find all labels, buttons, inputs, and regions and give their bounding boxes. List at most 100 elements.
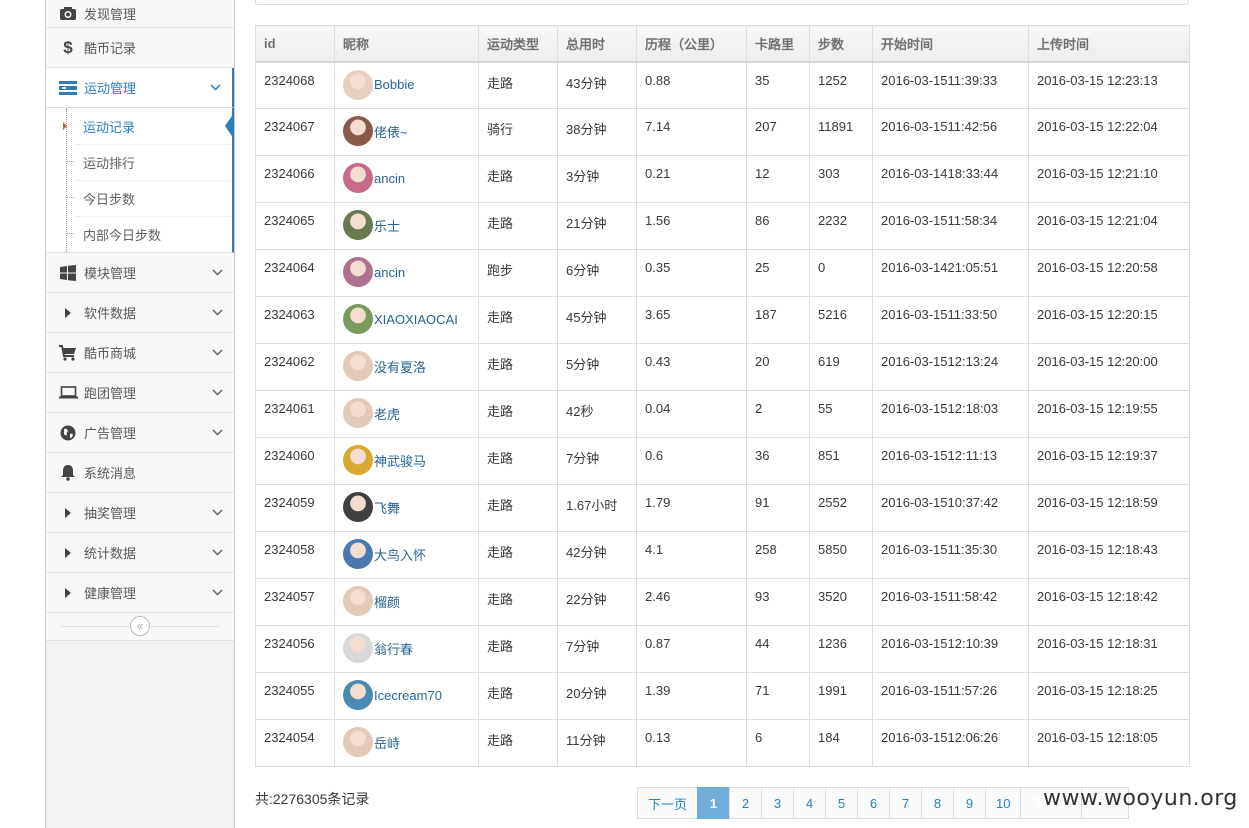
submenu-item-sport-ranking[interactable]: 运动排行 [46, 144, 232, 180]
pagination-page-9[interactable]: 9 [953, 787, 987, 819]
nickname-link[interactable]: 佬俵~ [374, 122, 408, 141]
nickname-link[interactable]: 乐士 [374, 216, 400, 235]
sidebar-collapse-row: « [46, 613, 234, 641]
column-header-upload-time[interactable]: 上传时间 [1028, 25, 1190, 63]
avatar[interactable] [343, 539, 373, 569]
cell-start-time: 2016-03-1511:57:26 [872, 672, 1029, 720]
sidebar-item-software-data[interactable]: 软件数据 [46, 293, 234, 333]
cell-calories: 258 [746, 531, 810, 579]
cell-nickname: 乐士 [334, 202, 479, 250]
submenu-item-internal-today-steps[interactable]: 内部今日步数 [46, 216, 232, 252]
cell-calories: 6 [746, 719, 810, 767]
table-row: 2324061 老虎 走路 42秒 0.04 2 55 2016-03-1512:18:03 2… [255, 390, 1190, 438]
sidebar-item-system-messages[interactable]: 系统消息 [46, 453, 234, 493]
pagination-page-2[interactable]: 2 [729, 787, 763, 819]
nickname-link[interactable]: 翁行春 [374, 639, 413, 658]
pagination-prev-button[interactable]: 下一页 [637, 787, 699, 819]
column-header-duration[interactable]: 总用时 [557, 25, 637, 63]
nickname-link[interactable]: Icecream70 [374, 688, 442, 703]
sidebar-item-label: 酷币记录 [84, 41, 137, 56]
nickname-link[interactable]: ancin [374, 171, 405, 186]
avatar[interactable] [343, 163, 373, 193]
cell-steps: 303 [809, 155, 873, 203]
sidebar-item-health[interactable]: 健康管理 [46, 573, 234, 613]
pagination-page-3[interactable]: 3 [761, 787, 795, 819]
avatar[interactable] [343, 586, 373, 616]
column-header-calories[interactable]: 卡路里 [746, 25, 810, 63]
pagination-page-8[interactable]: 8 [921, 787, 955, 819]
avatar[interactable] [343, 445, 373, 475]
sidebar-collapse-button[interactable]: « [130, 616, 150, 636]
cell-nickname: 没有夏洛 [334, 343, 479, 391]
avatar[interactable] [343, 727, 373, 757]
nickname-link[interactable]: 飞舞 [374, 498, 400, 517]
pagination-page-1[interactable]: 1 [697, 787, 731, 819]
avatar[interactable] [343, 210, 373, 240]
submenu-item-today-steps[interactable]: 今日步数 [46, 180, 232, 216]
pagination-page-10[interactable]: 10 [985, 787, 1022, 819]
pagination-page-4[interactable]: 4 [793, 787, 827, 819]
column-header-start-time[interactable]: 开始时间 [872, 25, 1029, 63]
avatar[interactable] [343, 116, 373, 146]
pagination-page-6[interactable]: 6 [857, 787, 891, 819]
sidebar-item-coins[interactable]: $ 酷币记录 [46, 28, 234, 68]
column-header-sport-type[interactable]: 运动类型 [478, 25, 558, 63]
nickname-link[interactable]: Bobbie [374, 77, 414, 92]
column-header-nickname[interactable]: 昵称 [334, 25, 479, 63]
cell-distance: 7.14 [636, 108, 747, 156]
cell-id: 2324062 [255, 343, 335, 391]
table-row: 2324054 岳峙 走路 11分钟 0.13 6 184 2016-03-1512:06:2… [255, 719, 1190, 767]
nickname-link[interactable]: 大鸟入怀 [374, 545, 426, 564]
cell-nickname: Bobbie [334, 61, 479, 109]
avatar[interactable] [343, 69, 373, 100]
sport-submenu: 运动记录 运动排行 今日步数 内部今日步数 [46, 108, 234, 253]
table-row: 2324055 Icecream70 走路 20分钟 1.39 71 1991 2016-03… [255, 672, 1190, 720]
sidebar-item-sport[interactable]: 运动管理 [46, 68, 234, 108]
cell-duration: 3分钟 [557, 155, 637, 203]
cell-nickname: 神武骏马 [334, 437, 479, 485]
nickname-link[interactable]: XIAOXIAOCAI [374, 312, 458, 327]
cell-nickname: Icecream70 [334, 672, 479, 720]
sidebar-item-run-group[interactable]: 跑团管理 [46, 373, 234, 413]
sidebar-item-modules[interactable]: 模块管理 [46, 253, 234, 293]
column-header-id[interactable]: id [255, 25, 335, 63]
cell-steps: 5216 [809, 296, 873, 344]
cell-start-time: 2016-03-1511:39:33 [872, 61, 1029, 109]
cell-steps: 55 [809, 390, 873, 438]
sidebar-item-coin-mall[interactable]: 酷币商城 [46, 333, 234, 373]
sidebar-item-ads[interactable]: 广告管理 [46, 413, 234, 453]
cell-distance: 0.87 [636, 625, 747, 673]
nickname-link[interactable]: 神武骏马 [374, 451, 426, 470]
chevron-down-icon [208, 429, 226, 436]
column-header-steps[interactable]: 步数 [809, 25, 873, 63]
cell-calories: 36 [746, 437, 810, 485]
avatar[interactable] [343, 304, 373, 334]
avatar[interactable] [343, 633, 373, 663]
avatar[interactable] [343, 257, 373, 287]
cell-upload-time: 2016-03-15 12:19:55 [1028, 390, 1190, 438]
pagination-page-7[interactable]: 7 [889, 787, 923, 819]
sidebar-item-discover[interactable]: 发现管理 [46, 0, 234, 28]
submenu-item-sport-records[interactable]: 运动记录 [46, 108, 234, 144]
sidebar-item-lottery[interactable]: 抽奖管理 [46, 493, 234, 533]
avatar[interactable] [343, 680, 373, 710]
cell-id: 2324064 [255, 249, 335, 297]
nickname-link[interactable]: 榴颜 [374, 592, 400, 611]
nickname-wrap: 乐士 [343, 210, 470, 240]
cell-nickname: XIAOXIAOCAI [334, 296, 479, 344]
cell-distance: 2.46 [636, 578, 747, 626]
nickname-link[interactable]: 岳峙 [374, 733, 400, 752]
nickname-link[interactable]: ancin [374, 265, 405, 280]
cell-nickname: 翁行春 [334, 625, 479, 673]
column-header-distance[interactable]: 历程（公里） [636, 25, 747, 63]
avatar[interactable] [343, 398, 373, 428]
pagination-page-5[interactable]: 5 [825, 787, 859, 819]
nickname-link[interactable]: 没有夏洛 [374, 357, 426, 376]
nickname-link[interactable]: 老虎 [374, 404, 400, 423]
chevron-down-icon [208, 269, 226, 276]
avatar[interactable] [343, 492, 373, 522]
cell-steps: 2232 [809, 202, 873, 250]
sidebar-item-statistics[interactable]: 统计数据 [46, 533, 234, 573]
avatar[interactable] [343, 351, 373, 381]
cell-nickname: 岳峙 [334, 719, 479, 767]
